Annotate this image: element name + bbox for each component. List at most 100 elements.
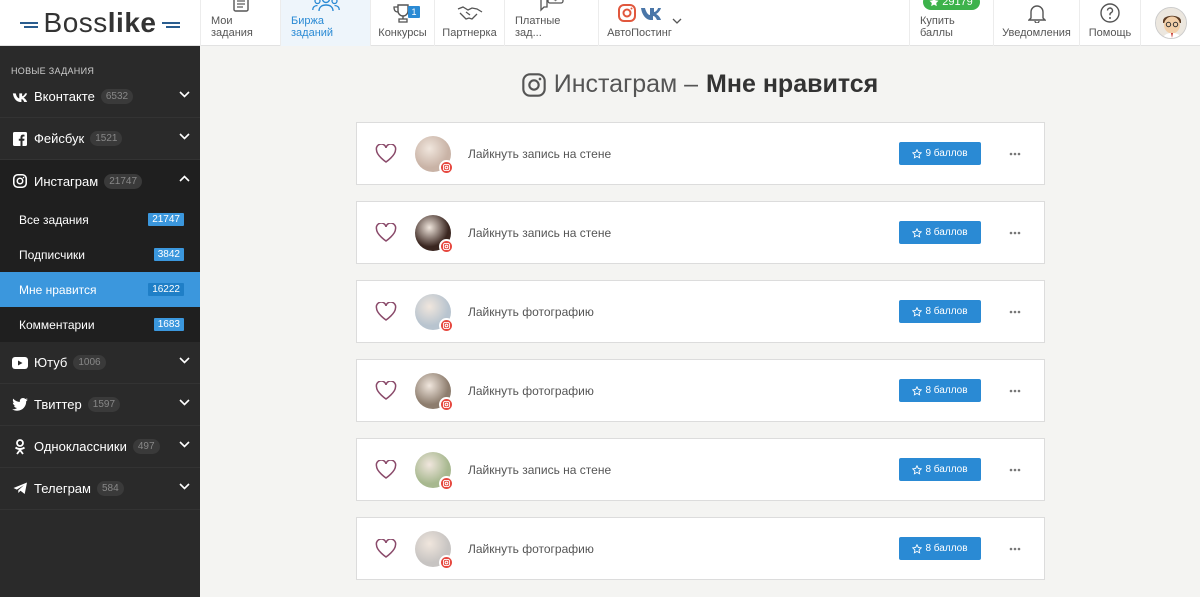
more-options-icon[interactable] [1004,152,1026,156]
task-avatar[interactable] [415,214,454,254]
more-options-icon[interactable] [1004,231,1026,235]
help[interactable]: Помощь [1079,0,1140,46]
points-button[interactable]: 9 баллов [899,142,981,165]
points-button[interactable]: 8 баллов [899,300,981,323]
points-label: 9 баллов [925,148,968,159]
chevron-up-icon [179,175,190,182]
heart-icon[interactable] [357,539,415,558]
sidebar-sub-all-tasks[interactable]: Все задания 21747 [0,202,200,237]
chevron-down-icon [179,133,190,140]
sidebar-item-count: 1597 [87,397,121,412]
heart-icon[interactable] [357,223,415,242]
instagram-icon [522,72,546,97]
sidebar-item-vkontakte[interactable]: Вконтакте 6532 [0,76,200,118]
sidebar-item-telegram[interactable]: Телеграм 584 [0,468,200,510]
sidebar-sub-count: 16222 [148,283,184,296]
svg-text:$: $ [552,0,557,3]
chevron-down-icon[interactable] [672,18,682,24]
instagram-vk-icon [617,2,662,24]
more-options-icon[interactable] [1004,310,1026,314]
task-avatar[interactable] [415,451,454,491]
avatar [1154,7,1187,39]
contests-badge: 1 [408,6,420,18]
heart-icon[interactable] [357,144,415,163]
user-avatar-button[interactable] [1140,0,1200,46]
paid-chat-icon: $ [539,0,564,12]
notifications[interactable]: Уведомления [993,0,1079,46]
sidebar-item-label: Телеграм [34,481,91,496]
help-icon [1100,2,1120,24]
task-avatar[interactable] [415,530,454,570]
more-options-icon[interactable] [1004,547,1026,551]
sidebar-item-twitter[interactable]: Твиттер 1597 [0,384,200,426]
youtube-icon [12,356,28,369]
instagram-badge-icon [439,238,454,254]
more-options-icon[interactable] [1004,468,1026,472]
points-button[interactable]: 8 баллов [899,537,981,560]
heart-icon[interactable] [357,302,415,321]
sidebar-sub-comments[interactable]: Комментарии 1683 [0,307,200,342]
sidebar-sub-count: 1683 [153,318,184,331]
chevron-down-icon [179,399,190,406]
more-options-icon[interactable] [1004,389,1026,393]
sidebar-item-youtube[interactable]: Ютуб 1006 [0,342,200,384]
task-avatar[interactable] [415,293,454,333]
header-spacer [688,0,909,45]
task-label: Лайкнуть запись на стене [468,225,612,240]
buy-points[interactable]: 29179 Купить баллы [909,0,993,46]
sidebar-item-count: 497 [132,439,160,454]
star-icon [912,227,923,238]
nav-label: Партнерка [442,27,497,39]
task-label: Лайкнуть запись на стене [468,146,612,161]
sidebar-item-label: Фейсбук [34,131,85,146]
nav-task-exchange[interactable]: Биржа заданий [280,0,370,46]
points-button[interactable]: 8 баллов [899,221,981,244]
nav-my-tasks[interactable]: Мои задания [200,0,280,46]
sidebar-item-instagram[interactable]: Инстаграм 21747 [0,160,200,202]
nav-paid-tasks[interactable]: $ Платные зад... [504,0,598,46]
points-label: 8 баллов [925,227,968,238]
sidebar-item-label: Вконтакте [34,89,95,104]
sidebar-sub-followers[interactable]: Подписчики 3842 [0,237,200,272]
points-button[interactable]: 8 баллов [899,458,981,481]
page-title-bold: Мне нравится [706,70,879,98]
instagram-badge-icon [439,159,454,175]
task-label: Лайкнуть фотографию [468,383,594,398]
sidebar-item-count: 1006 [73,355,106,370]
star-icon [912,464,923,475]
page-title-prefix: Инстаграм – [553,70,699,98]
sidebar-sub-likes[interactable]: Мне нравится 16222 [0,272,200,307]
nav-autoposting[interactable]: АвтоПостинг [598,0,688,46]
buy-points-label: Купить баллы [920,15,955,39]
sidebar-item-label: Ютуб [34,355,68,370]
sidebar-item-label: Одноклассники [34,439,127,454]
points-badge: 29179 [923,0,980,10]
chevron-down-icon [179,357,190,364]
logo-dash-right [162,22,181,28]
sidebar: Новые задания Вконтакте 6532 Фейсбук 152… [0,46,200,597]
task-avatar[interactable] [415,372,454,412]
sidebar-item-facebook[interactable]: Фейсбук 1521 [0,118,200,160]
sidebar-title: Новые задания [11,66,95,76]
chevron-down-icon [179,441,190,448]
sidebar-item-label: Инстаграм [34,173,99,189]
sidebar-sub-label: Комментарии [19,317,95,332]
heart-icon[interactable] [357,381,415,400]
nav-contests[interactable]: 1 Конкурсы [370,0,434,46]
task-avatar[interactable] [415,135,454,175]
points-button[interactable]: 8 баллов [899,379,981,402]
top-header: Bosslike Мои задания Биржа заданий 1 Кон… [0,0,1200,46]
instagram-badge-icon [439,396,454,412]
clipboard-icon [232,0,249,12]
odnoklassniki-icon [12,438,28,455]
sidebar-item-odnoklassniki[interactable]: Одноклассники 497 [0,426,200,468]
task-label: Лайкнуть фотографию [468,541,594,556]
nav-partner[interactable]: Партнерка [434,0,504,46]
sidebar-sub-label: Подписчики [19,247,86,262]
points-label: 8 баллов [925,385,968,396]
task-row: Лайкнуть запись на стене 8 баллов [356,201,1045,264]
nav-label: Биржа заданий [291,15,334,39]
nav-label: Мои задания [211,15,253,39]
heart-icon[interactable] [357,460,415,479]
logo[interactable]: Bosslike [0,0,200,46]
